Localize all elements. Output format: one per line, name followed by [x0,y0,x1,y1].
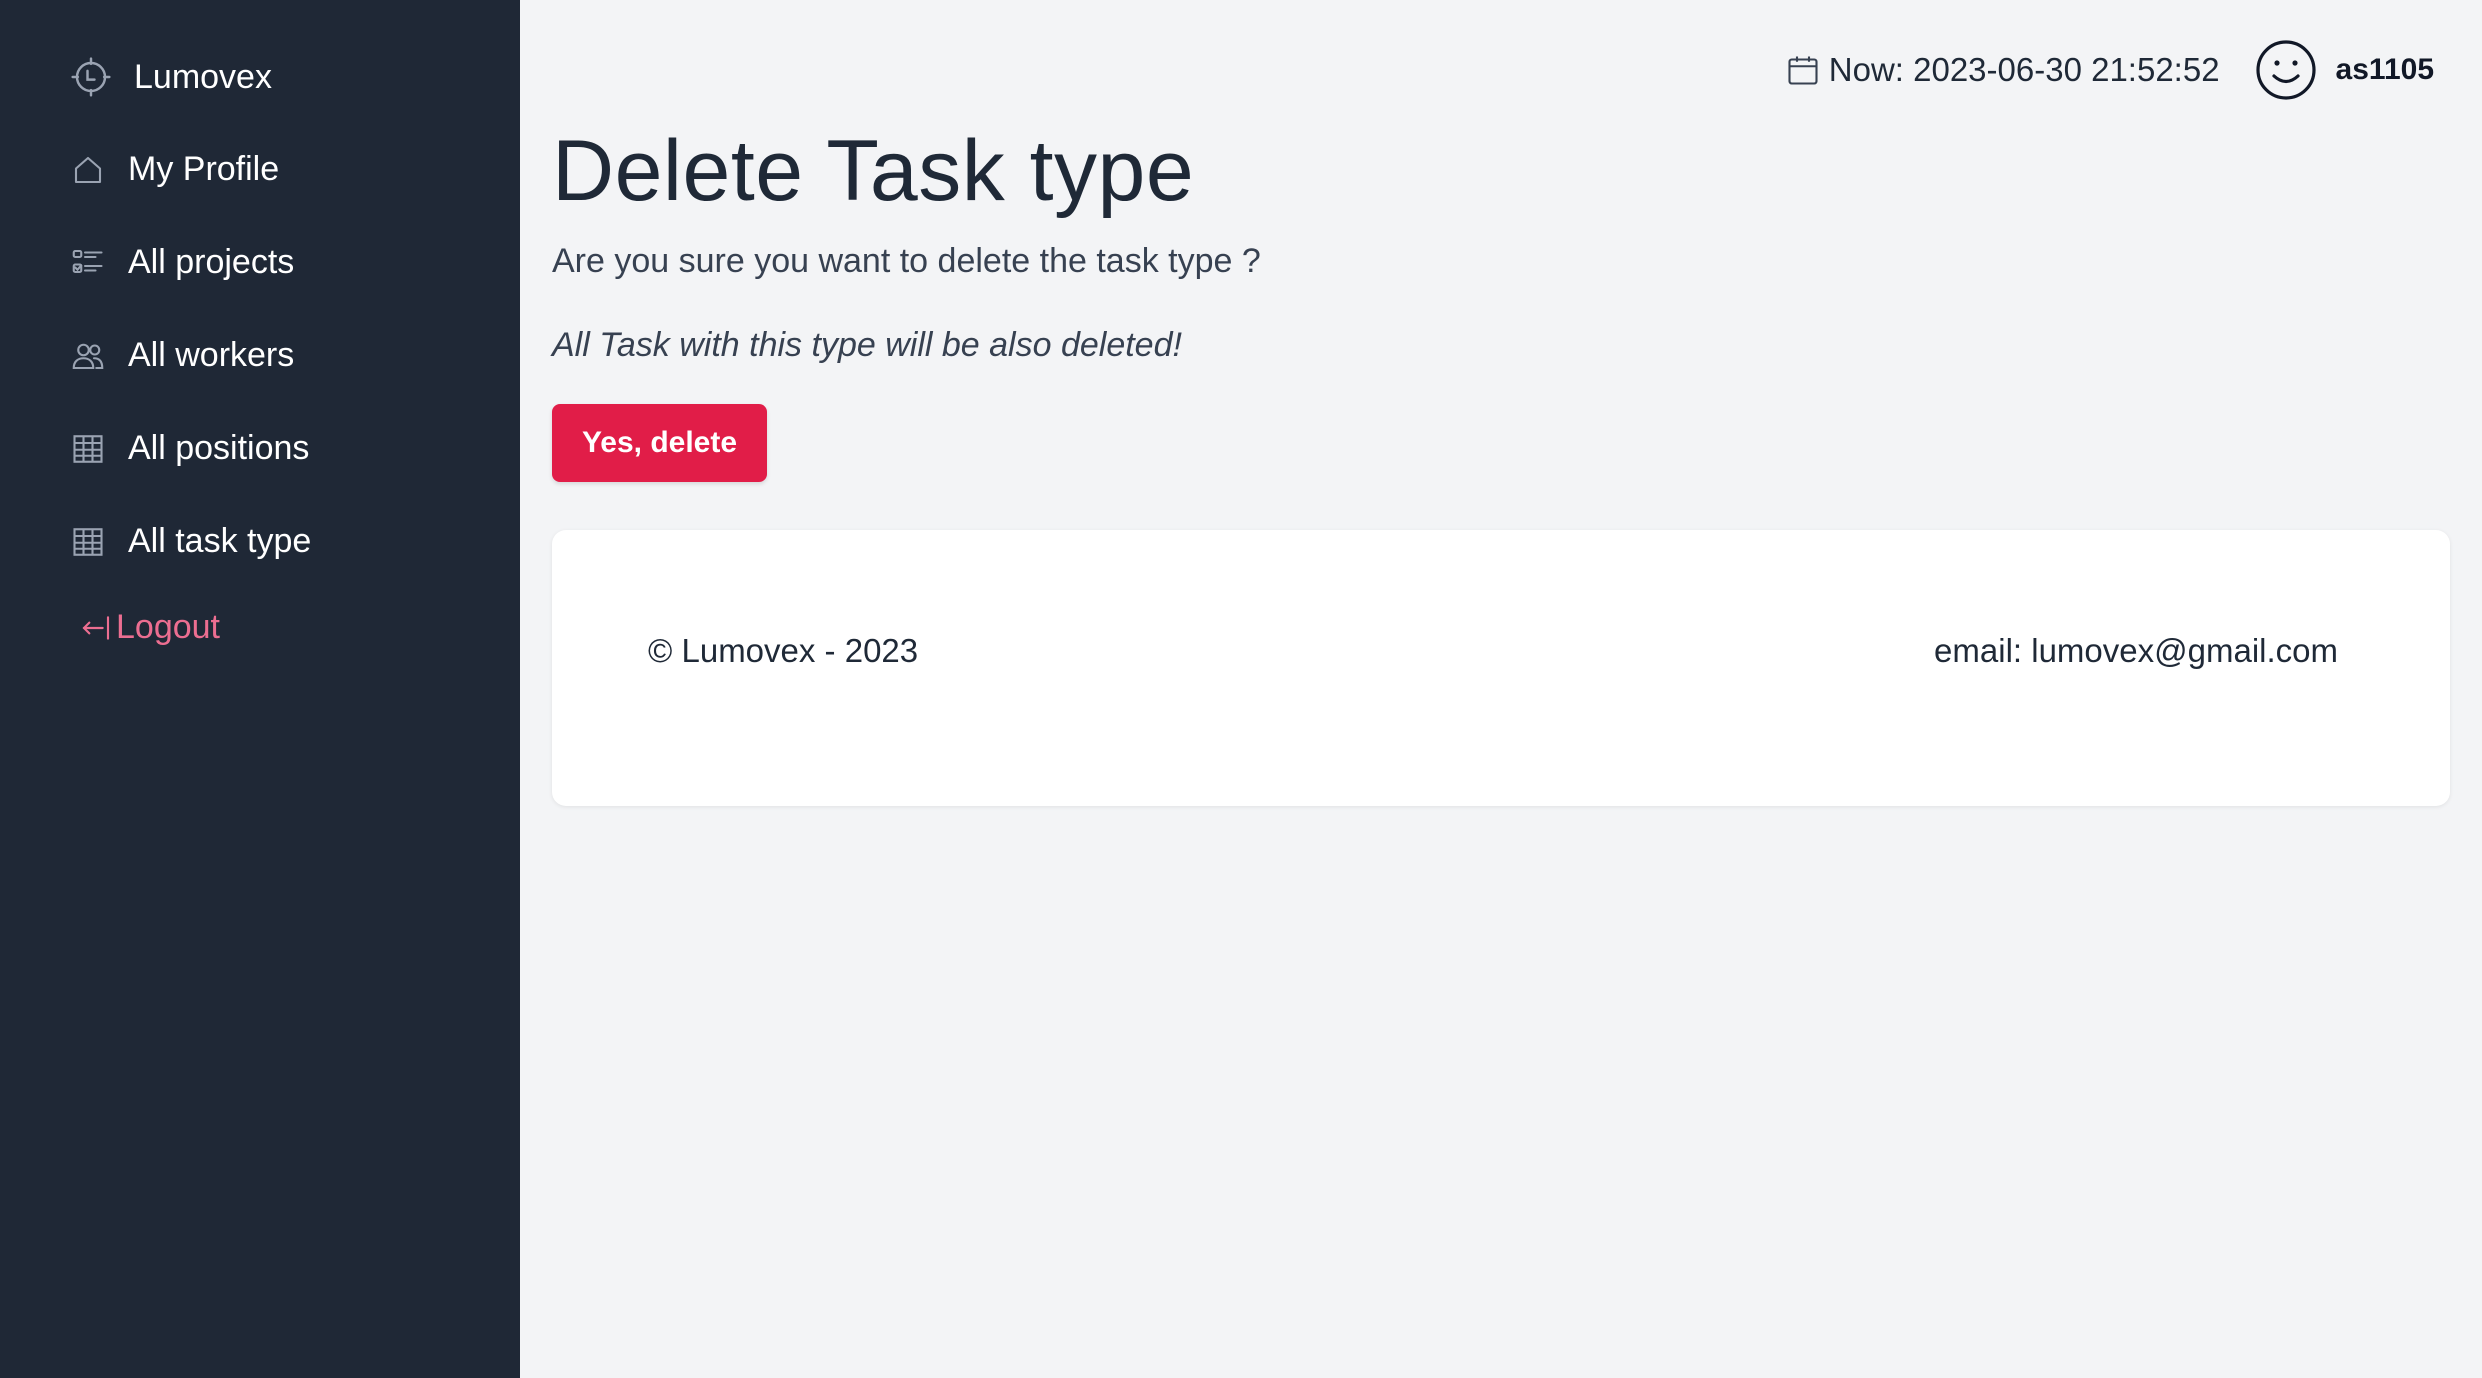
delete-warning: All Task with this type will be also del… [552,326,1182,364]
top-bar: Now: 2023-06-30 21:52:52 as1105 [1785,38,2434,102]
sidebar-item-label: All positions [128,429,310,467]
sidebar-item-label: My Profile [128,150,280,188]
footer: © Lumovex - 2023 email: lumovex@gmail.co… [552,530,2450,806]
table-icon [70,524,106,560]
home-icon [70,152,106,188]
main-content: Now: 2023-06-30 21:52:52 as1105 Delete T… [520,0,2482,1378]
current-time: Now: 2023-06-30 21:52:52 [1785,51,2220,89]
smiley-icon [2254,38,2318,102]
footer-copyright: © Lumovex - 2023 [648,632,919,669]
page-title: Delete Task type [552,123,1195,219]
brand-name: Lumovex [134,57,272,96]
sidebar-item-label: All task type [128,522,312,560]
calendar-icon [1785,52,1821,88]
users-icon [70,338,106,374]
crosshair-clock-icon [70,56,112,98]
logout-label: Logout [116,608,220,646]
brand-link[interactable]: Lumovex [70,56,272,98]
confirm-question: Are you sure you want to delete the task… [552,242,1261,280]
logout-link[interactable]: Logout [80,608,220,647]
table-icon [70,431,106,467]
sidebar-item-label: All projects [128,243,295,281]
app: Lumovex My Profile All projects All work… [0,0,2482,1378]
sidebar-item-my-profile[interactable]: My Profile [70,150,279,189]
username: as1105 [2335,53,2434,86]
logout-arrow-icon [80,612,112,644]
sidebar-item-all-task-type[interactable]: All task type [70,522,311,561]
sidebar-item-label: All workers [128,336,295,374]
checklist-icon [70,245,106,281]
sidebar-item-all-projects[interactable]: All projects [70,243,294,282]
sidebar: Lumovex My Profile All projects All work… [0,0,520,1378]
confirm-delete-button[interactable]: Yes, delete [552,404,767,482]
sidebar-item-all-workers[interactable]: All workers [70,336,294,375]
sidebar-item-all-positions[interactable]: All positions [70,429,309,468]
footer-email: email: lumovex@gmail.com [1934,632,2338,669]
current-time-text: Now: 2023-06-30 21:52:52 [1828,51,2220,88]
user-menu[interactable]: as1105 [2254,38,2434,102]
